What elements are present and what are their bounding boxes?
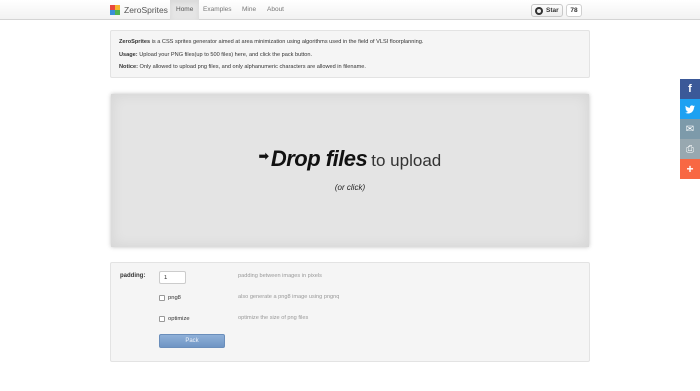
share-sidebar: f ✉ ⎙ +: [680, 79, 700, 179]
nav-home[interactable]: Home: [170, 0, 200, 20]
usage-text: Upload your PNG files(up to 500 files) h…: [137, 51, 313, 58]
drop-click-hint: (or click): [334, 183, 366, 192]
padding-label: padding:: [120, 273, 146, 279]
optimize-label: optimize: [168, 316, 190, 322]
padding-input[interactable]: [159, 271, 186, 284]
nav-mine[interactable]: Mine: [236, 0, 262, 20]
nav-about[interactable]: About: [261, 0, 290, 20]
twitter-icon[interactable]: [680, 99, 700, 119]
more-icon[interactable]: +: [680, 159, 700, 179]
github-icon: [535, 6, 543, 15]
drop-zone[interactable]: ➡Drop files to upload (or click): [111, 94, 589, 247]
notice-text: Only allowed to upload png files, and on…: [137, 64, 366, 70]
options-panel: padding: padding between images in pixel…: [110, 262, 590, 362]
email-icon[interactable]: ✉: [680, 119, 700, 139]
usage-paragraph: Usage: Upload your PNG files(up to 500 f…: [119, 52, 581, 59]
padding-help: padding between images in pixels: [238, 273, 322, 279]
github-star-count[interactable]: 78: [566, 4, 582, 17]
print-icon[interactable]: ⎙: [680, 139, 700, 159]
info-box: ZeroSprites is a CSS sprites generator a…: [110, 30, 590, 78]
intro-text: is a CSS sprites generator aimed at area…: [150, 39, 424, 45]
png8-checkbox[interactable]: [159, 295, 165, 301]
png8-label: png8: [168, 295, 181, 301]
navbar: ZeroSprites Home Examples Mine About Sta…: [0, 0, 700, 20]
logo-icon: [110, 5, 120, 15]
drop-sub-text: to upload: [371, 151, 442, 170]
facebook-icon[interactable]: f: [680, 79, 700, 99]
notice-label: Notice:: [119, 64, 138, 70]
notice-paragraph: Notice: Only allowed to upload png files…: [119, 64, 581, 71]
png8-help: also generate a png8 image using pngnq: [238, 294, 340, 300]
optimize-checkbox[interactable]: [159, 316, 165, 322]
optimize-option[interactable]: optimize: [159, 316, 190, 322]
drop-main-text: Drop files: [270, 146, 368, 171]
usage-label: Usage:: [119, 51, 138, 58]
brand[interactable]: ZeroSprites: [110, 4, 168, 16]
github-star-label: Star: [546, 7, 559, 14]
intro-paragraph: ZeroSprites is a CSS sprites generator a…: [119, 39, 581, 46]
intro-name: ZeroSprites: [119, 39, 151, 45]
optimize-help: optimize the size of png files: [238, 315, 309, 321]
brand-name: ZeroSprites: [124, 5, 168, 15]
github-star-button[interactable]: Star: [531, 4, 563, 17]
drop-heading: ➡Drop files to upload: [111, 146, 589, 172]
png8-option[interactable]: png8: [159, 295, 181, 301]
arrow-right-icon: ➡: [258, 149, 269, 163]
nav-examples[interactable]: Examples: [197, 0, 238, 20]
pack-button[interactable]: Pack: [159, 334, 225, 348]
